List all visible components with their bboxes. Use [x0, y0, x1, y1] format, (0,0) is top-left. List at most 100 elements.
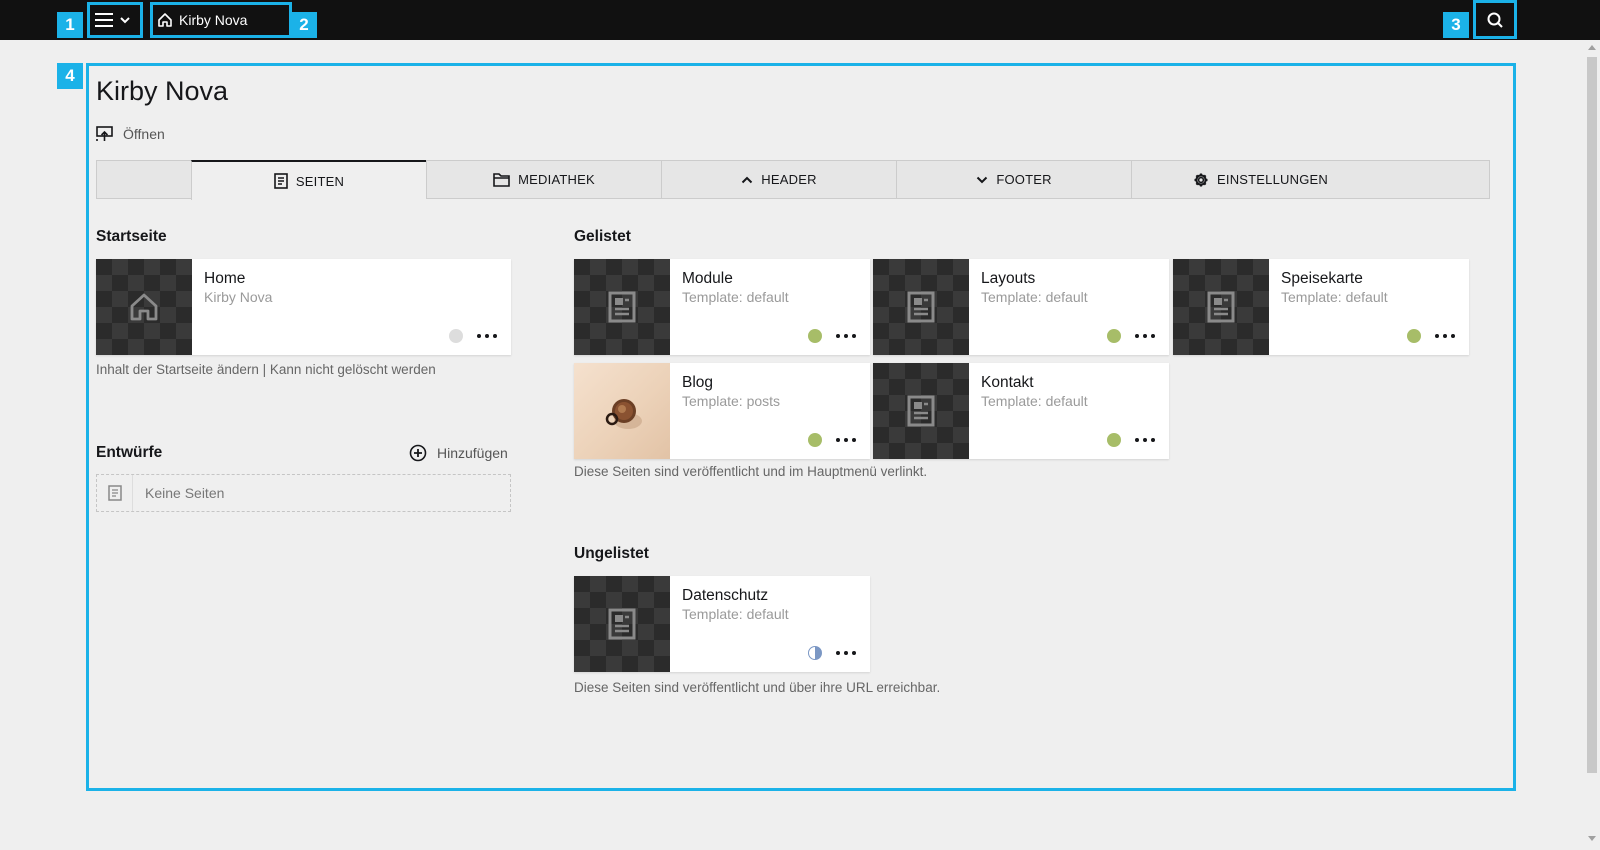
- card-subtitle: Template: posts: [682, 393, 781, 409]
- breadcrumb-site[interactable]: Kirby Nova: [153, 5, 289, 35]
- card-subtitle: Template: default: [981, 393, 1088, 409]
- card-subtitle: Kirby Nova: [204, 289, 273, 305]
- more-options-icon[interactable]: [477, 329, 497, 343]
- empty-drafts: Keine Seiten: [96, 474, 511, 512]
- card-title: Home: [204, 270, 246, 287]
- status-listed-icon[interactable]: [808, 329, 822, 343]
- ungelistet-help: Diese Seiten sind veröffentlicht und übe…: [574, 680, 941, 695]
- page-card-datenschutz[interactable]: Datenschutz Template: default: [574, 576, 870, 672]
- annotation-number-4: 4: [57, 63, 83, 89]
- chevron-up-icon: [741, 175, 753, 185]
- annotation-number-3: 3: [1443, 12, 1469, 38]
- tab-footer[interactable]: FOOTER: [896, 161, 1131, 198]
- home-icon: [157, 12, 173, 28]
- card-title: Module: [682, 270, 733, 287]
- tab-seiten-label: SEITEN: [295, 173, 345, 189]
- annotation-number-1: 1: [57, 12, 83, 38]
- card-thumbnail: [873, 259, 969, 355]
- scroll-down-icon[interactable]: [1588, 836, 1596, 841]
- page-card-layouts[interactable]: Layouts Template: default: [873, 259, 1169, 355]
- folder-icon: [493, 172, 510, 187]
- card-thumbnail: [574, 576, 670, 672]
- card-thumbnail: [1173, 259, 1269, 355]
- page-card-blog[interactable]: Blog Template: posts: [574, 363, 870, 459]
- page-icon: [274, 173, 288, 189]
- startseite-help: Inhalt der Startseite ändern | Kann nich…: [96, 362, 436, 377]
- page-card-speisekarte[interactable]: Speisekarte Template: default: [1173, 259, 1469, 355]
- gelistet-help: Diese Seiten sind veröffentlicht und im …: [574, 464, 928, 479]
- tab-bar: SEITEN MEDIATHEK HEADER FOOTER EINSTELLU…: [96, 160, 1490, 200]
- menu-button[interactable]: [90, 5, 142, 35]
- breadcrumb-label: Kirby Nova: [179, 12, 248, 28]
- page-icon: [607, 290, 637, 324]
- more-options-icon[interactable]: [1435, 329, 1455, 343]
- card-thumbnail-photo: [574, 363, 670, 459]
- section-heading-gelistet: Gelistet: [574, 228, 631, 245]
- search-icon: [1486, 11, 1504, 29]
- hamburger-icon: [95, 12, 113, 28]
- status-draft-icon[interactable]: [449, 329, 463, 343]
- scrollbar-thumb[interactable]: [1587, 57, 1597, 773]
- tab-seiten[interactable]: SEITEN: [191, 160, 426, 200]
- more-options-icon[interactable]: [836, 646, 856, 660]
- status-listed-icon[interactable]: [1107, 433, 1121, 447]
- empty-label: Keine Seiten: [145, 485, 225, 501]
- tab-mediathek[interactable]: MEDIATHEK: [426, 161, 661, 198]
- card-title: Blog: [682, 374, 714, 391]
- card-thumbnail: [574, 259, 670, 355]
- page-icon: [607, 607, 637, 641]
- open-label: Öffnen: [123, 126, 165, 142]
- main-content: Kirby Nova Öffnen SEITEN MEDIATHEK HEADE…: [88, 65, 1514, 789]
- open-icon: [96, 126, 113, 142]
- card-subtitle: Template: default: [1281, 289, 1388, 305]
- page-card-home[interactable]: Home Kirby Nova: [96, 259, 511, 355]
- chevron-down-icon: [976, 175, 988, 185]
- tab-footer-label: FOOTER: [996, 172, 1052, 187]
- section-heading-startseite: Startseite: [96, 228, 167, 245]
- page-icon: [906, 290, 936, 324]
- tab-header[interactable]: HEADER: [661, 161, 896, 198]
- search-button[interactable]: [1474, 4, 1516, 36]
- tab-mediathek-label: MEDIATHEK: [518, 172, 595, 187]
- more-options-icon[interactable]: [836, 329, 856, 343]
- card-thumbnail: [96, 259, 192, 355]
- status-unlisted-icon[interactable]: [808, 646, 822, 660]
- page-title: Kirby Nova: [96, 76, 229, 106]
- card-subtitle: Template: default: [682, 289, 789, 305]
- page-icon: [906, 394, 936, 428]
- status-listed-icon[interactable]: [1407, 329, 1421, 343]
- more-options-icon[interactable]: [1135, 433, 1155, 447]
- page-card-module[interactable]: Module Template: default: [574, 259, 870, 355]
- more-options-icon[interactable]: [1135, 329, 1155, 343]
- card-title: Layouts: [981, 270, 1036, 287]
- page-icon: [1206, 290, 1236, 324]
- tab-header-label: HEADER: [761, 172, 817, 187]
- page-card-kontakt[interactable]: Kontakt Template: default: [873, 363, 1169, 459]
- add-draft-button[interactable]: Hinzufügen: [409, 444, 508, 462]
- coffee-cup-image: [592, 381, 652, 441]
- more-options-icon[interactable]: [836, 433, 856, 447]
- card-title: Kontakt: [981, 374, 1034, 391]
- cog-icon: [1193, 172, 1209, 188]
- card-title: Speisekarte: [1281, 270, 1363, 287]
- page-icon: [97, 475, 133, 511]
- tab-einstellungen-label: EINSTELLUNGEN: [1217, 172, 1328, 187]
- tab-einstellungen[interactable]: EINSTELLUNGEN: [1131, 161, 1389, 198]
- status-listed-icon[interactable]: [1107, 329, 1121, 343]
- home-icon: [128, 291, 160, 323]
- tab-empty[interactable]: [97, 161, 191, 198]
- scroll-up-icon[interactable]: [1588, 45, 1596, 50]
- chevron-down-icon: [119, 14, 131, 26]
- annotation-number-2: 2: [291, 12, 317, 38]
- status-listed-icon[interactable]: [808, 433, 822, 447]
- card-subtitle: Template: default: [682, 606, 789, 622]
- card-subtitle: Template: default: [981, 289, 1088, 305]
- card-title: Datenschutz: [682, 587, 769, 604]
- section-heading-ungelistet: Ungelistet: [574, 545, 649, 562]
- section-heading-entwuerfe: Entwürfe: [96, 444, 163, 461]
- open-link[interactable]: Öffnen: [96, 126, 165, 142]
- top-bar: Kirby Nova: [0, 0, 1600, 40]
- add-icon: [409, 444, 427, 462]
- card-thumbnail: [873, 363, 969, 459]
- add-label: Hinzufügen: [437, 445, 508, 461]
